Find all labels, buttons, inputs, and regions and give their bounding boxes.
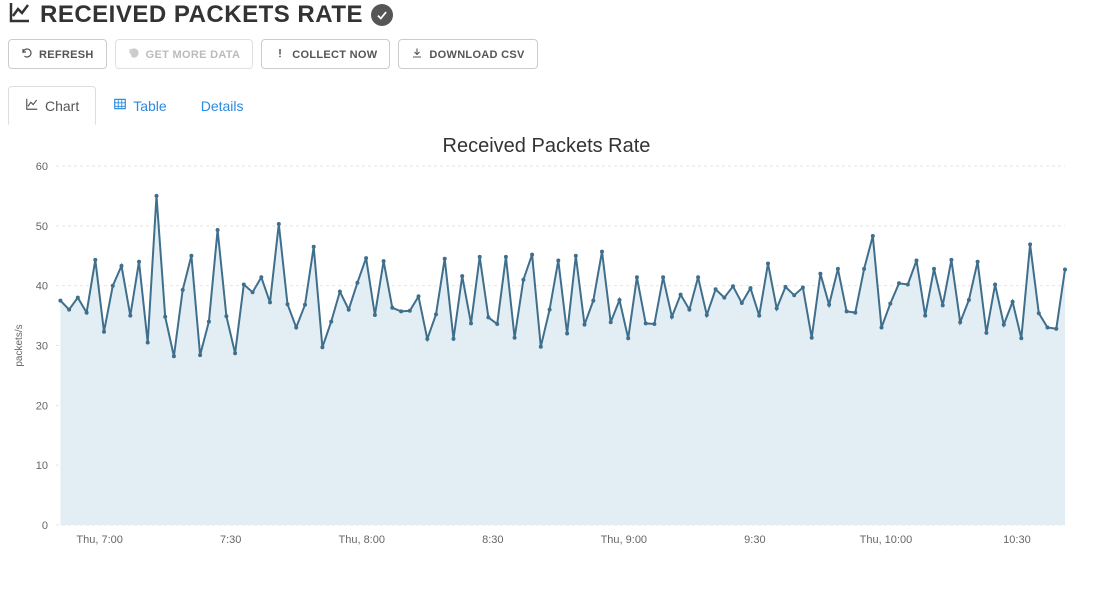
tab-bar: Chart Table Details: [8, 85, 1085, 125]
page-title: RECEIVED PACKETS RATE: [40, 1, 363, 29]
svg-text:60: 60: [36, 161, 48, 173]
chart-title: Received Packets Rate: [8, 125, 1085, 160]
chart-icon: [25, 97, 39, 114]
get-more-data-button: Get More Data: [115, 39, 254, 69]
chart-canvas: 0 10 20 30 40 50 60 Thu, 7:00 7:30 Thu, 8:00 8:30 T…: [8, 160, 1085, 555]
svg-text:0: 0: [42, 520, 48, 532]
exclamation-icon: [274, 47, 286, 62]
refresh-icon: [21, 47, 33, 62]
download-icon: [411, 47, 423, 62]
tab-table-label: Table: [133, 98, 166, 114]
download-csv-label: Download CSV: [429, 49, 524, 61]
tab-chart[interactable]: Chart: [8, 86, 96, 125]
tab-chart-label: Chart: [45, 98, 79, 114]
collect-now-button[interactable]: Collect Now: [261, 39, 390, 69]
tab-details[interactable]: Details: [184, 86, 261, 125]
refresh-label: Refresh: [39, 49, 94, 61]
svg-text:9:30: 9:30: [744, 534, 765, 546]
svg-text:40: 40: [36, 281, 48, 293]
svg-text:8:30: 8:30: [482, 534, 503, 546]
toolbar: Refresh Get More Data Collect Now Downlo…: [8, 33, 1085, 81]
svg-text:30: 30: [36, 341, 48, 353]
collect-now-label: Collect Now: [292, 49, 377, 61]
svg-text:packets/s: packets/s: [14, 324, 25, 366]
refresh-button[interactable]: Refresh: [8, 39, 107, 69]
get-more-data-label: Get More Data: [146, 49, 241, 61]
tab-table[interactable]: Table: [96, 86, 183, 125]
svg-text:50: 50: [36, 221, 48, 233]
chart-region: Received Packets Rate 0 10 20 30 40 50 60 Thu, …: [8, 125, 1085, 555]
svg-text:10: 10: [36, 460, 48, 472]
download-csv-button[interactable]: Download CSV: [398, 39, 537, 69]
page-header: RECEIVED PACKETS RATE: [8, 0, 1085, 33]
svg-text:7:30: 7:30: [220, 534, 241, 546]
svg-text:10:30: 10:30: [1003, 534, 1031, 546]
history-icon: [128, 47, 140, 62]
svg-text:Thu, 8:00: Thu, 8:00: [339, 534, 385, 546]
line-chart-icon: [8, 0, 32, 29]
table-icon: [113, 97, 127, 114]
svg-text:Thu, 9:00: Thu, 9:00: [601, 534, 647, 546]
svg-text:20: 20: [36, 400, 48, 412]
svg-text:Thu, 7:00: Thu, 7:00: [76, 534, 122, 546]
tab-details-label: Details: [201, 98, 244, 114]
status-ok-icon: [371, 4, 393, 26]
svg-text:Thu, 10:00: Thu, 10:00: [860, 534, 913, 546]
